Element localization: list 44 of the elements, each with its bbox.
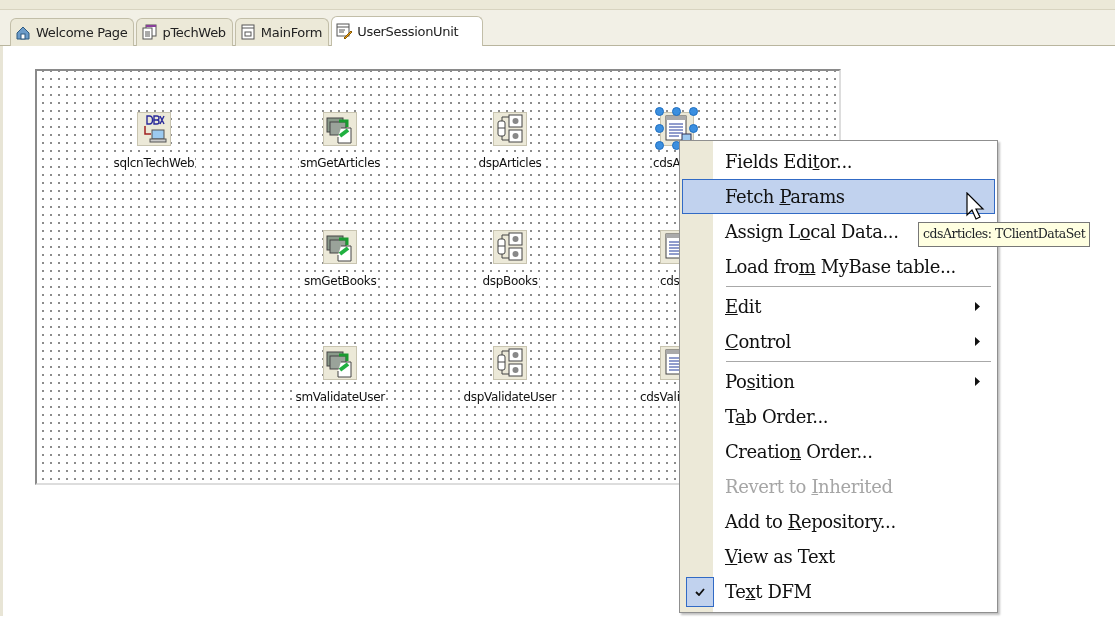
remote-connection-icon[interactable] (323, 112, 357, 146)
component-name: dspValidateUser (462, 390, 558, 405)
data-provider-icon[interactable] (493, 230, 527, 264)
form-icon (239, 24, 257, 41)
menu-item[interactable]: Edit (682, 289, 995, 324)
menu-item[interactable]: View as Text (682, 539, 995, 574)
editor-tab[interactable]: Welcome Page (10, 18, 135, 46)
code-edit-icon (336, 23, 354, 40)
component-name: dspArticles (477, 156, 543, 171)
component-name: dspBooks (481, 274, 539, 289)
selection-handle[interactable] (672, 107, 681, 116)
selection-handle[interactable] (655, 141, 664, 150)
remote-connection-icon[interactable] (323, 230, 357, 264)
menu-item[interactable]: Creation Order... (682, 434, 995, 469)
component-name: sqlcnTechWeb (112, 156, 196, 171)
home-icon (15, 24, 32, 41)
remote-connection-icon[interactable] (323, 346, 357, 380)
selection-handle[interactable] (689, 107, 698, 116)
tooltip: cdsArticles: TClientDataSet (918, 222, 1091, 247)
selection-handle[interactable] (655, 124, 664, 133)
submenu-arrow-icon (975, 302, 980, 311)
editor-tab[interactable]: UserSessionUnit (331, 16, 484, 46)
submenu-arrow-icon (975, 337, 980, 346)
document-stack-icon (141, 24, 159, 41)
data-provider-icon[interactable] (493, 112, 527, 146)
menu-item[interactable]: Text DFM (682, 574, 995, 609)
component-name: cds (659, 274, 681, 289)
menu-item[interactable]: Load from MyBase table... (682, 249, 995, 284)
menu-item[interactable]: Fetch Params (682, 179, 995, 214)
submenu-arrow-icon (975, 377, 980, 386)
data-provider-icon[interactable] (493, 346, 527, 380)
component-name: smGetBooks (303, 274, 378, 289)
editor-tab[interactable]: pTechWeb (136, 18, 233, 46)
editor-tab[interactable]: MainForm (234, 18, 330, 46)
selection-handle[interactable] (689, 124, 698, 133)
database-connection-icon[interactable] (137, 112, 171, 146)
selection-handle[interactable] (655, 107, 664, 116)
menu-item[interactable]: Control (682, 324, 995, 359)
menu-item[interactable]: Fields Editor... (682, 144, 995, 179)
menu-item[interactable]: Add to Repository... (682, 504, 995, 539)
component-name: cdsA (652, 156, 682, 171)
menu-item[interactable]: Tab Order... (682, 399, 995, 434)
menu-item[interactable]: Position (682, 364, 995, 399)
component-name: smGetArticles (299, 156, 382, 171)
